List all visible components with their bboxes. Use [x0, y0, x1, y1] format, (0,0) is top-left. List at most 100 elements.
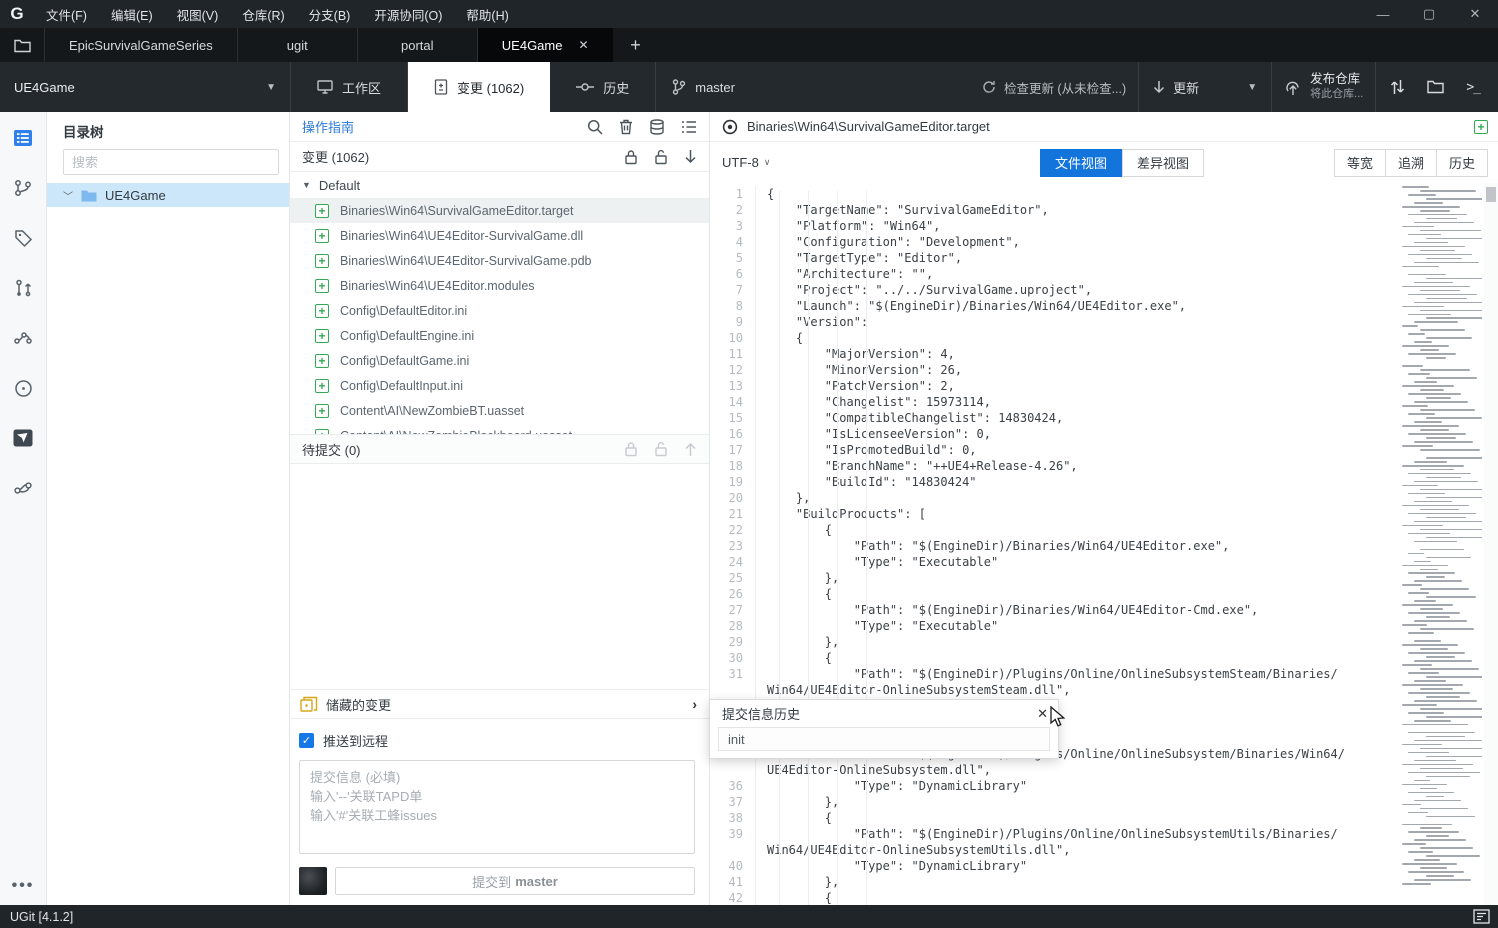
changed-file-row[interactable]: + Content\AI\NewZombieBT.uasset: [290, 398, 709, 423]
update-button[interactable]: 更新 ▼: [1139, 62, 1271, 112]
terminal-icon[interactable]: >_: [1466, 80, 1481, 95]
close-popup-icon[interactable]: ✕: [1037, 706, 1048, 722]
workspace-tab[interactable]: 工作区: [291, 62, 407, 112]
unlock-icon[interactable]: [654, 149, 668, 165]
publish-repo-button[interactable]: 发布仓库 将此仓库...: [1272, 62, 1375, 112]
code-line: 7 "Project": "../../SurvivalGame.uprojec…: [710, 282, 1498, 298]
history-message-item[interactable]: init: [718, 727, 1050, 751]
minimize-button[interactable]: —: [1360, 0, 1406, 28]
menu-item[interactable]: 视图(V): [165, 0, 231, 28]
push-to-remote-checkbox[interactable]: ✓: [299, 733, 314, 748]
chevron-down-icon[interactable]: ▼: [1247, 82, 1257, 93]
encoding-selector[interactable]: UTF-8 ∨: [718, 155, 774, 170]
issue-icon[interactable]: [9, 374, 37, 402]
lock-icon[interactable]: [624, 149, 638, 165]
git-branch-icon: [672, 79, 686, 95]
line-number: 42: [710, 890, 756, 905]
repo-tab[interactable]: ugit ✕: [238, 28, 358, 62]
changed-file-row[interactable]: + Config\DefaultInput.ini: [290, 373, 709, 398]
search-icon[interactable]: [587, 119, 603, 135]
operation-guide-link[interactable]: 操作指南: [302, 117, 354, 136]
open-repo-folder-icon[interactable]: [0, 28, 44, 62]
viewer-action-button[interactable]: 历史: [1436, 148, 1488, 177]
view-mode-button[interactable]: 差异视图: [1122, 148, 1205, 177]
log-panel-icon[interactable]: [1473, 909, 1490, 924]
file-viewer: Binaries\Win64\SurvivalGameEditor.target…: [709, 112, 1498, 905]
unlock-icon[interactable]: [654, 441, 668, 457]
code-line: 22 {: [710, 522, 1498, 538]
code-line: 14 "Changelist": 15973114,: [710, 394, 1498, 410]
menu-item[interactable]: 帮助(H): [454, 0, 520, 28]
changed-file-row[interactable]: + Config\DefaultGame.ini: [290, 348, 709, 373]
code-line: 24 "Type": "Executable": [710, 554, 1498, 570]
vertical-scrollbar[interactable]: [1484, 183, 1498, 905]
triangle-down-icon[interactable]: ▼: [302, 180, 311, 190]
menu-item[interactable]: 仓库(R): [230, 0, 296, 28]
close-tab-icon[interactable]: ✕: [578, 38, 588, 52]
check-update-button[interactable]: 检查更新 (从未检查...): [970, 62, 1138, 112]
minimap[interactable]: [1399, 186, 1482, 905]
changed-file-row[interactable]: + Content\AI\NewZombieBlackboard.uasset: [290, 423, 709, 434]
chevron-down-icon[interactable]: ﹀: [63, 188, 73, 203]
user-avatar[interactable]: [299, 867, 327, 895]
change-group-default[interactable]: ▼ Default: [290, 172, 709, 198]
merge-request-icon[interactable]: [9, 324, 37, 352]
trash-icon[interactable]: [619, 119, 633, 135]
line-text: "IsPromotedBuild": 0,: [767, 443, 977, 457]
changed-file-row[interactable]: + Binaries\Win64\SurvivalGameEditor.targ…: [290, 198, 709, 223]
branch-selector[interactable]: master: [656, 62, 886, 112]
repo-selector[interactable]: UE4Game ▼: [0, 62, 290, 112]
lock-icon[interactable]: [624, 441, 638, 457]
changed-file-row[interactable]: + Binaries\Win64\UE4Editor-SurvivalGame.…: [290, 223, 709, 248]
menu-item[interactable]: 编辑(E): [99, 0, 165, 28]
chevron-right-icon[interactable]: ›: [692, 696, 697, 712]
commit-button[interactable]: 提交到 master: [335, 867, 695, 895]
line-number: 8: [710, 298, 756, 314]
repo-tab[interactable]: portal ✕: [358, 28, 478, 62]
code-line: 36 "Type": "DynamicLibrary": [710, 778, 1498, 794]
version-label: UGit [4.1.2]: [10, 909, 74, 924]
stashed-changes-row[interactable]: 储藏的变更 ›: [290, 689, 709, 719]
sync-icon[interactable]: [1390, 79, 1405, 95]
tree-search-input[interactable]: [63, 149, 279, 175]
line-text: Win64/UE4Editor-OnlineSubsystemSteam.dll…: [767, 683, 1071, 697]
move-down-icon[interactable]: [684, 149, 697, 164]
directory-tree-panel: 目录树 ﹀ UE4Game: [47, 112, 290, 905]
close-button[interactable]: ✕: [1452, 0, 1498, 28]
more-options-button[interactable]: •••: [12, 877, 35, 895]
menu-item[interactable]: 文件(F): [34, 0, 99, 28]
view-mode-button[interactable]: 文件视图: [1040, 148, 1123, 177]
code-area[interactable]: 1 { 2 "TargetName": "SurvivalGameEditor"…: [710, 183, 1498, 905]
stash-database-icon[interactable]: [649, 118, 665, 135]
tag-icon[interactable]: [9, 224, 37, 252]
maximize-button[interactable]: ▢: [1406, 0, 1452, 28]
changed-file-row[interactable]: + Config\DefaultEditor.ini: [290, 298, 709, 323]
repo-tab[interactable]: UE4Game ✕: [477, 28, 613, 62]
menu-item[interactable]: 开源协同(O): [362, 0, 454, 28]
move-up-icon[interactable]: [684, 442, 697, 457]
repo-tab[interactable]: EpicSurvivalGameSeries ✕: [44, 28, 238, 62]
new-repo-tab-button[interactable]: +: [613, 28, 659, 62]
changed-file-row[interactable]: + Binaries\Win64\UE4Editor.modules: [290, 273, 709, 298]
pipeline-icon[interactable]: [9, 474, 37, 502]
workspace-list-icon[interactable]: [9, 124, 37, 152]
pull-request-icon[interactable]: [9, 274, 37, 302]
changed-file-row[interactable]: + Config\DefaultEngine.ini: [290, 323, 709, 348]
folder-icon[interactable]: [1427, 80, 1445, 94]
tree-root-item[interactable]: ﹀ UE4Game: [47, 183, 289, 207]
viewer-action-button[interactable]: 等宽: [1333, 148, 1386, 177]
branch-icon[interactable]: [9, 174, 37, 202]
code-line: 1 {: [710, 186, 1498, 202]
code-line: 17 "IsPromotedBuild": 0,: [710, 442, 1498, 458]
changes-tab[interactable]: 变更 (1062): [408, 62, 551, 112]
menu-item[interactable]: 分支(B): [297, 0, 363, 28]
viewer-action-button[interactable]: 追溯: [1385, 148, 1437, 177]
changed-file-row[interactable]: + Binaries\Win64\UE4Editor-SurvivalGame.…: [290, 248, 709, 273]
commit-message-input[interactable]: [299, 760, 695, 854]
scrollbar-thumb[interactable]: [1486, 187, 1496, 202]
tapd-icon[interactable]: [9, 424, 37, 452]
list-view-icon[interactable]: [681, 120, 697, 134]
code-lines: 1 { 2 "TargetName": "SurvivalGameEditor"…: [710, 183, 1498, 905]
history-tab[interactable]: 历史: [550, 62, 655, 112]
line-text: "Path": "$(EngineDir)/Plugins/Online/Onl…: [767, 667, 1338, 681]
